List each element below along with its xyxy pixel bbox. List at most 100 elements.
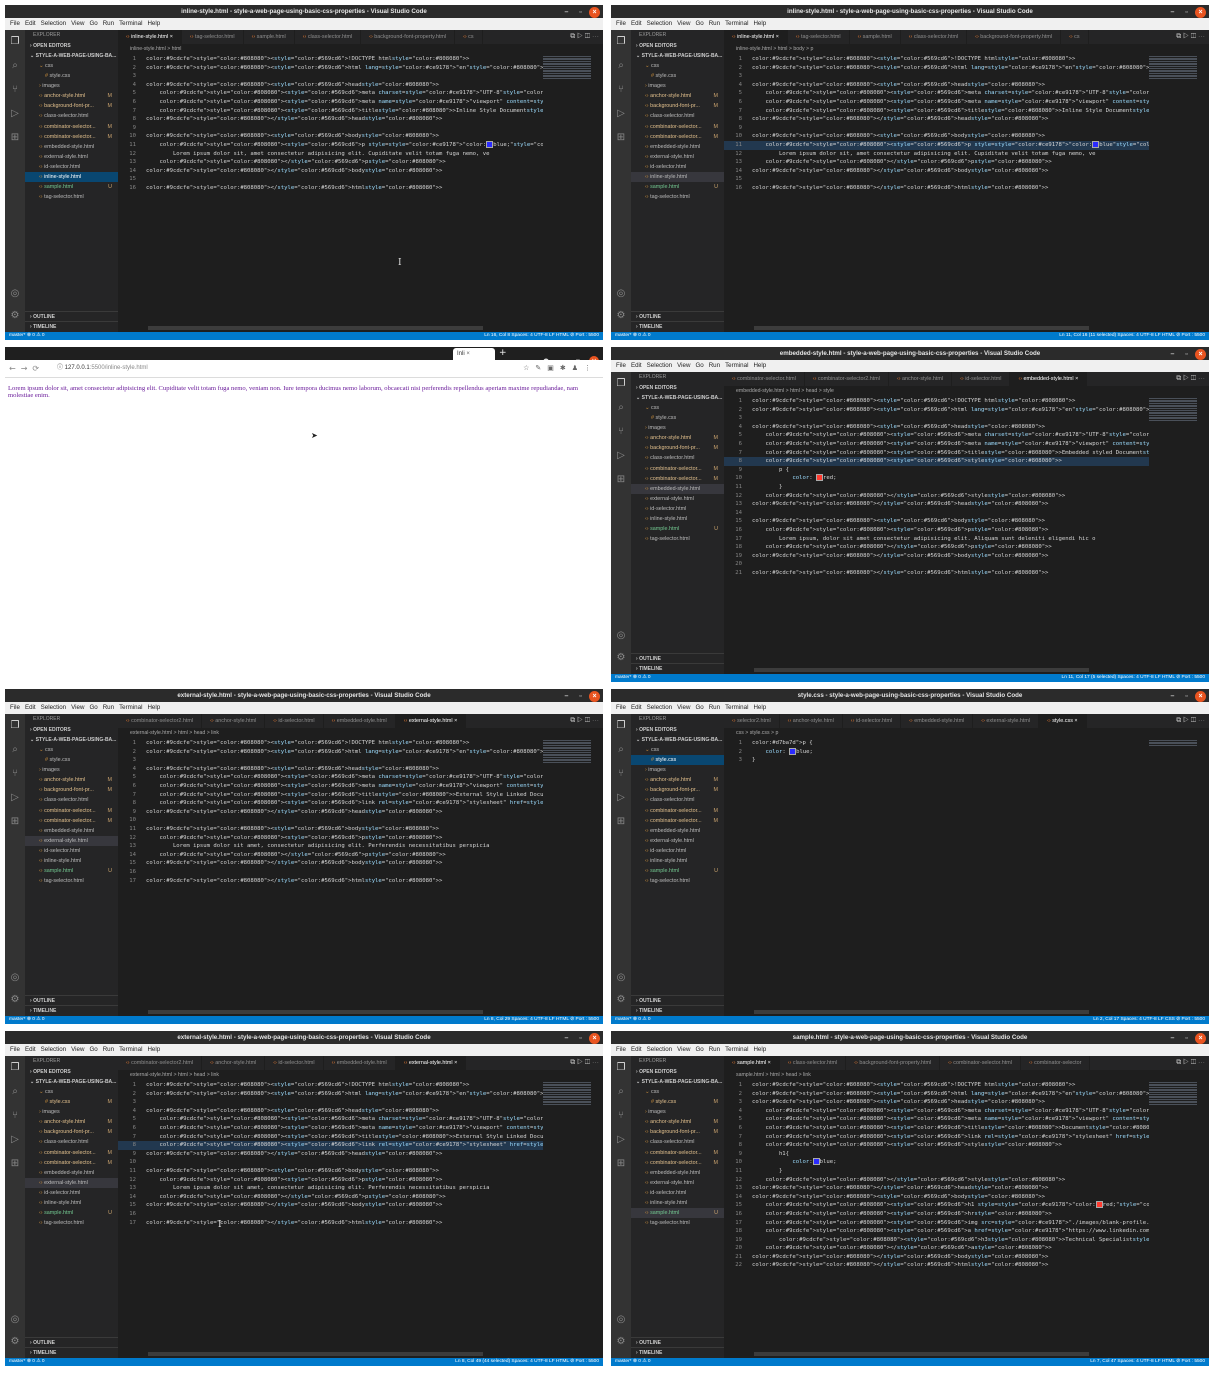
file-item[interactable]: ‹› tag-selector.html — [25, 876, 118, 886]
code-line[interactable]: 19 color:#9cdcfe">style="color:#808080">… — [724, 1236, 1149, 1245]
project-folder[interactable]: ⌄ STYLE-A-WEB-PAGE-USING-BA... — [631, 1077, 724, 1087]
menu-item[interactable]: View — [677, 20, 690, 27]
file-item[interactable]: ‹› sample.html U — [25, 182, 118, 192]
menu-item[interactable]: Terminal — [725, 20, 748, 27]
file-item[interactable]: ‹› inline-style.html — [25, 1198, 118, 1208]
close-icon[interactable]: × — [1195, 1033, 1206, 1044]
code-line[interactable]: 10 color: red; — [724, 474, 1149, 483]
editor-tab[interactable]: ‹› embedded-style.html — [324, 714, 396, 728]
search-icon[interactable]: ⌕ — [611, 54, 631, 78]
source-control-icon[interactable]: ⑂ — [611, 78, 631, 102]
menu-item[interactable]: Help — [753, 362, 766, 369]
file-item[interactable]: # style.css — [25, 755, 118, 765]
menu-item[interactable]: Go — [89, 704, 97, 711]
timeline-section[interactable]: › TIMELINE — [25, 321, 118, 332]
code-line[interactable]: 14 — [724, 509, 1149, 518]
code-line[interactable]: 15 — [118, 175, 543, 184]
file-item[interactable]: ‹› class-selector.html — [631, 1137, 724, 1147]
code-line[interactable]: 16 color:#9cdcfe">style="color:#808080"><… — [118, 184, 543, 193]
file-item[interactable]: ‹› combinator-selector... M — [25, 1148, 118, 1158]
code-line[interactable]: 7 color:#9cdcfe">style="color:#808080"><… — [118, 107, 543, 116]
code-line[interactable]: 1 color:#9cdcfe">style="color:#808080"><s… — [724, 55, 1149, 64]
close-icon[interactable]: × — [1195, 349, 1206, 360]
minimize-icon[interactable]: – — [1167, 7, 1178, 18]
maximize-icon[interactable]: ▫ — [1181, 1033, 1192, 1044]
editor-tab[interactable]: ‹› background-font-property.html — [361, 30, 456, 44]
code-line[interactable]: 13 Lorem ipsum dolor sit amet, consectet… — [118, 842, 543, 851]
file-item[interactable]: # style.css M — [631, 1097, 724, 1107]
code-line[interactable]: 11 } — [724, 483, 1149, 492]
file-item[interactable]: # style.css — [631, 71, 724, 81]
file-item[interactable]: ‹› combinator-selector... M — [631, 132, 724, 142]
folder-item[interactable]: ⌄ css — [631, 1087, 724, 1097]
menu-item[interactable]: Go — [89, 1046, 97, 1053]
project-folder[interactable]: ⌄ STYLE-A-WEB-PAGE-USING-BA... — [25, 1077, 118, 1087]
file-item[interactable]: ‹› tag-selector.html — [631, 534, 724, 544]
file-item[interactable]: ‹› external-style.html — [25, 1177, 118, 1188]
run-debug-icon[interactable]: ▷ — [5, 102, 25, 126]
menu-item[interactable]: Go — [695, 704, 703, 711]
editor-tab[interactable]: ‹› background-font-property.html — [846, 1056, 941, 1070]
code-line[interactable]: 12 Lorem ipsum dolor sit, amet consectet… — [724, 150, 1149, 159]
menu-item[interactable]: Help — [147, 20, 160, 27]
search-icon[interactable]: ⌕ — [5, 738, 25, 762]
folder-item[interactable]: › images — [631, 1107, 724, 1117]
code-line[interactable]: 2 color:#9cdcfe">style="color:#808080"><s… — [118, 748, 543, 757]
maximize-icon[interactable]: ▫ — [1181, 349, 1192, 360]
code-line[interactable]: 16 color:#9cdcfe">style="color:#808080"><… — [724, 184, 1149, 193]
source-control-icon[interactable]: ⑂ — [5, 78, 25, 102]
run-debug-icon[interactable]: ▷ — [5, 786, 25, 810]
code-line[interactable]: 3} — [724, 756, 1149, 765]
file-item[interactable]: ‹› external-style.html — [631, 494, 724, 504]
editor-tab[interactable]: ‹› sample.html × — [724, 1056, 780, 1070]
editor-actions[interactable]: ⧉ ▷ ◫ ⋯ — [566, 30, 599, 44]
code-line[interactable]: 6 color:#9cdcfe">style="color:#808080"><… — [724, 440, 1149, 449]
gear-icon[interactable]: ⚙ — [5, 1330, 25, 1354]
source-control-icon[interactable]: ⑂ — [5, 762, 25, 786]
close-tab-icon[interactable]: × — [776, 34, 779, 40]
code-line[interactable]: 14 color:#9cdcfe">style="color:#808080">… — [118, 1193, 543, 1202]
open-editors-section[interactable]: › OPEN EDITORS — [25, 41, 118, 51]
editor-tab[interactable]: ‹› id-selector.html — [265, 1056, 324, 1070]
account-icon[interactable]: ◎ — [611, 1308, 631, 1332]
code-line[interactable]: 19 color:#9cdcfe">style="color:#808080"><… — [724, 552, 1149, 561]
code-line[interactable]: 1 color:#9cdcfe">style="color:#808080"><s… — [724, 1081, 1149, 1090]
extensions-icon[interactable]: ⊞ — [611, 810, 631, 834]
file-item[interactable]: ‹› anchor-style.html M — [631, 1117, 724, 1127]
file-item[interactable]: ‹› combinator-selector... M — [25, 132, 118, 142]
file-item[interactable]: ‹› combinator-selector... M — [25, 816, 118, 826]
menu-item[interactable]: Terminal — [119, 704, 142, 711]
file-item[interactable]: ‹› sample.html U — [25, 866, 118, 876]
horizontal-scrollbar[interactable] — [148, 326, 483, 330]
menu-item[interactable]: Selection — [41, 704, 66, 711]
minimap[interactable] — [1149, 1081, 1197, 1115]
menu-item[interactable]: Edit — [25, 20, 36, 27]
code-line[interactable]: 3 — [118, 756, 543, 765]
menu-item[interactable]: Help — [753, 1046, 766, 1053]
code-line[interactable]: 10 — [118, 816, 543, 825]
code-view[interactable]: 1 color:#9cdcfe">style="color:#808080"><s… — [118, 739, 543, 885]
menu-item[interactable]: File — [616, 704, 626, 711]
file-item[interactable]: ‹› anchor-style.html M — [25, 1117, 118, 1127]
file-item[interactable]: ‹› tag-selector.html — [631, 192, 724, 202]
editor-tab[interactable]: ‹› selector2.html — [724, 714, 780, 728]
editor-tab[interactable]: ‹› combinator-selector2.html — [118, 1056, 203, 1070]
menu-item[interactable]: Help — [147, 1046, 160, 1053]
minimize-icon[interactable]: – — [561, 7, 572, 18]
menu-item[interactable]: Edit — [631, 1046, 642, 1053]
code-line[interactable]: 16 color:#9cdcfe">style="color:#808080">… — [724, 526, 1149, 535]
status-left[interactable]: master* ⊗ 0 ⚠ 0 — [9, 1016, 45, 1024]
code-line[interactable]: 8 color:#9cdcfe">style="color:#808080"></… — [724, 115, 1149, 124]
code-line[interactable]: 8 color:#9cdcfe">style="color:#808080"><… — [724, 1141, 1149, 1150]
editor-tab[interactable]: ‹› external-style.html — [973, 714, 1040, 728]
code-line[interactable]: 2 color:#9cdcfe">style="color:#808080"><s… — [118, 64, 543, 73]
file-item[interactable]: ‹› inline-style.html — [631, 172, 724, 183]
code-line[interactable]: 3 — [118, 72, 543, 81]
close-icon[interactable]: × — [1195, 691, 1206, 702]
file-item[interactable]: ‹› tag-selector.html — [631, 876, 724, 886]
code-view[interactable]: 1 color:#9cdcfe">style="color:#808080"><s… — [118, 1081, 543, 1227]
code-line[interactable]: 5 color:#9cdcfe">style="color:#808080"><… — [724, 1115, 1149, 1124]
file-item[interactable]: ‹› anchor-style.html M — [25, 775, 118, 785]
folder-item[interactable]: ⌄ css — [25, 61, 118, 71]
file-item[interactable]: ‹› external-style.html — [25, 152, 118, 162]
